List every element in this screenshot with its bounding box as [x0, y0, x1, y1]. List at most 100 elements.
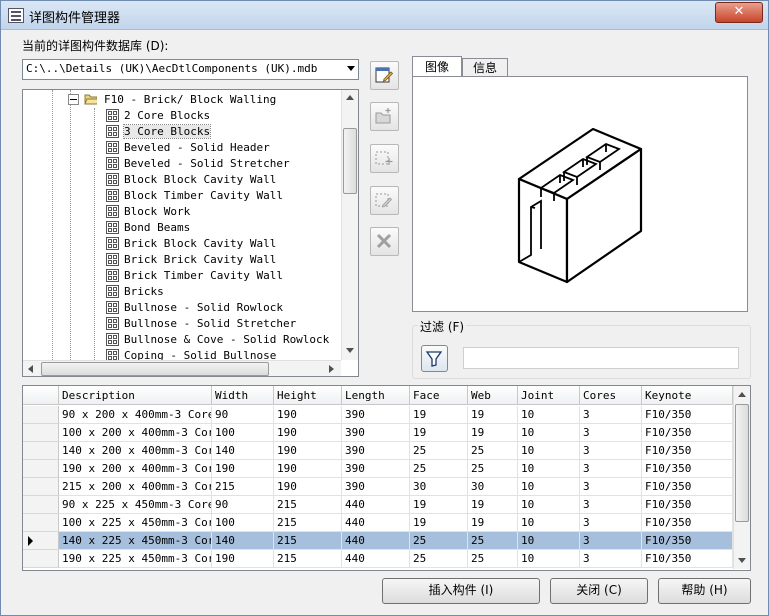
table-cell[interactable]: 25	[468, 550, 518, 568]
column-header[interactable]: Keynote	[642, 386, 733, 405]
table-cell[interactable]: F10/350	[642, 442, 733, 460]
table-cell[interactable]: 10	[518, 460, 580, 478]
table-cell[interactable]: F10/350	[642, 424, 733, 442]
table-cell[interactable]: 25	[468, 532, 518, 550]
table-cell[interactable]: 25	[410, 442, 468, 460]
table-cell[interactable]: 390	[342, 442, 410, 460]
tab-image[interactable]: 图像	[412, 56, 462, 77]
table-cell[interactable]: 215	[274, 532, 342, 550]
close-button[interactable]: 关闭 (C)	[550, 578, 648, 604]
table-cell[interactable]: 90 x 225 x 450mm-3 Core	[59, 496, 212, 514]
table-cell[interactable]: 3	[580, 424, 642, 442]
column-header[interactable]: Web	[468, 386, 518, 405]
table-cell[interactable]: 3	[580, 478, 642, 496]
table-cell[interactable]: 19	[410, 514, 468, 532]
table-cell[interactable]: 390	[342, 478, 410, 496]
table-cell[interactable]: 3	[580, 514, 642, 532]
table-cell[interactable]: 10	[518, 478, 580, 496]
column-header[interactable]: Cores	[580, 386, 642, 405]
table-cell[interactable]: 30	[468, 478, 518, 496]
column-header[interactable]: Joint	[518, 386, 580, 405]
tree-vertical-scrollbar[interactable]	[341, 90, 358, 360]
edit-database-button[interactable]	[370, 61, 399, 90]
table-cell[interactable]: 190	[274, 442, 342, 460]
table-cell[interactable]: 10	[518, 532, 580, 550]
table-cell[interactable]: 90	[212, 406, 274, 424]
table-cell[interactable]: 19	[410, 496, 468, 514]
table-cell[interactable]: 140	[212, 442, 274, 460]
table-cell[interactable]: 215	[212, 478, 274, 496]
table-cell[interactable]: 3	[580, 496, 642, 514]
table-cell[interactable]: 190	[274, 460, 342, 478]
table-cell[interactable]: 215	[274, 550, 342, 568]
table-cell[interactable]: 215 x 200 x 400mm-3 Core	[59, 478, 212, 496]
table-cell[interactable]: 190	[274, 424, 342, 442]
table-cell[interactable]: 390	[342, 406, 410, 424]
collapse-icon[interactable]	[68, 94, 79, 105]
table-cell[interactable]: 440	[342, 514, 410, 532]
table-cell[interactable]: 19	[468, 424, 518, 442]
table-cell[interactable]: 190	[212, 550, 274, 568]
database-select[interactable]: C:\..\Details (UK)\AecDtlComponents (UK)…	[22, 59, 359, 80]
table-cell[interactable]: 390	[342, 424, 410, 442]
table-vertical-scrollbar[interactable]	[733, 386, 750, 569]
tree-horizontal-scrollbar[interactable]	[23, 360, 341, 376]
scrollbar-thumb[interactable]	[343, 128, 357, 194]
table-cell[interactable]: 10	[518, 496, 580, 514]
table-cell[interactable]: F10/350	[642, 406, 733, 424]
horizontal-scrollbar-thumb[interactable]	[41, 362, 269, 376]
table-cell[interactable]: 25	[410, 550, 468, 568]
table-cell[interactable]: F10/350	[642, 514, 733, 532]
table-cell[interactable]: 3	[580, 442, 642, 460]
close-window-button[interactable]: ✕	[715, 2, 763, 23]
insert-component-button[interactable]: 插入构件 (I)	[382, 578, 540, 604]
table-cell[interactable]: 190 x 225 x 450mm-3 Core	[59, 550, 212, 568]
table-cell[interactable]: F10/350	[642, 478, 733, 496]
column-header[interactable]: Length	[342, 386, 410, 405]
table-cell[interactable]: 140 x 200 x 400mm-3 Core	[59, 442, 212, 460]
table-cell[interactable]: 440	[342, 550, 410, 568]
table-cell[interactable]: 19	[468, 406, 518, 424]
table-cell[interactable]: 10	[518, 406, 580, 424]
table-cell[interactable]: 25	[410, 532, 468, 550]
filter-button[interactable]	[421, 345, 448, 372]
table-cell[interactable]: 440	[342, 496, 410, 514]
table-scrollbar-thumb[interactable]	[735, 404, 749, 522]
table-cell[interactable]: F10/350	[642, 460, 733, 478]
table-cell[interactable]: 25	[410, 460, 468, 478]
table-cell[interactable]: 100	[212, 514, 274, 532]
table-cell[interactable]: 19	[468, 496, 518, 514]
table-cell[interactable]: 390	[342, 460, 410, 478]
table-cell[interactable]: 90 x 200 x 400mm-3 Core	[59, 406, 212, 424]
table-cell[interactable]: 190	[212, 460, 274, 478]
table-cell[interactable]: 140 x 225 x 450mm-3 Core	[59, 532, 212, 550]
table-cell[interactable]: F10/350	[642, 532, 733, 550]
column-header[interactable]: Face	[410, 386, 468, 405]
table-cell[interactable]: F10/350	[642, 550, 733, 568]
table-cell[interactable]: 190	[274, 478, 342, 496]
table-cell[interactable]: 90	[212, 496, 274, 514]
table-cell[interactable]: 100 x 200 x 400mm-3 Core	[59, 424, 212, 442]
table-cell[interactable]: F10/350	[642, 496, 733, 514]
column-header[interactable]: Width	[212, 386, 274, 405]
table-cell[interactable]: 100 x 225 x 450mm-3 Core	[59, 514, 212, 532]
help-button[interactable]: 帮助 (H)	[658, 578, 751, 604]
filter-input[interactable]	[463, 347, 739, 369]
component-tree[interactable]: F10 - Brick/ Block Walling 2 Core Blocks 3…	[22, 89, 359, 377]
table-cell[interactable]: 10	[518, 442, 580, 460]
table-cell[interactable]: 30	[410, 478, 468, 496]
table-cell[interactable]: 19	[410, 406, 468, 424]
table-cell[interactable]: 10	[518, 514, 580, 532]
table-cell[interactable]: 3	[580, 532, 642, 550]
table-cell[interactable]: 3	[580, 460, 642, 478]
table-cell[interactable]: 440	[342, 532, 410, 550]
tab-info[interactable]: 信息	[462, 58, 508, 77]
table-cell[interactable]: 3	[580, 406, 642, 424]
table-cell[interactable]: 215	[274, 496, 342, 514]
table-cell[interactable]: 10	[518, 550, 580, 568]
table-cell[interactable]: 140	[212, 532, 274, 550]
table-cell[interactable]: 19	[410, 424, 468, 442]
table-cell[interactable]: 10	[518, 424, 580, 442]
table-cell[interactable]: 190	[274, 406, 342, 424]
column-header[interactable]: Height	[274, 386, 342, 405]
